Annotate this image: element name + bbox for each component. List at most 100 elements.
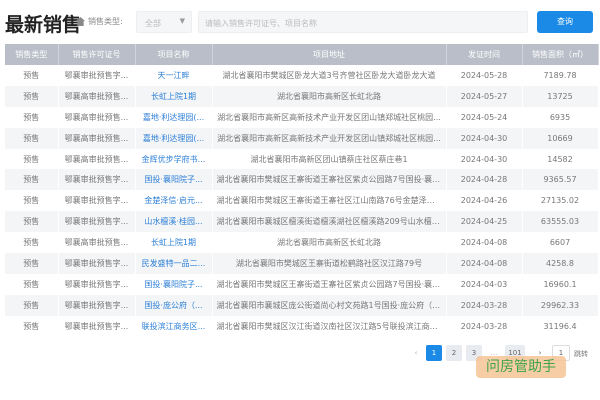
area-cell: 7189.78 (522, 65, 599, 86)
project-name-link[interactable]: 长虹上院1期 (135, 232, 213, 254)
page-1-button[interactable]: 1 (426, 345, 442, 361)
project-name-link[interactable]: 联投滨江商务区... (135, 315, 213, 337)
chevron-down-icon: ▼ (179, 17, 185, 25)
area-cell: 13725 (522, 85, 599, 107)
permit-number-cell: 鄂襄审批预售字... (58, 211, 136, 233)
address-cell: 湖北省襄阳市樊城区卧龙大道3号齐营社区卧龙大道卧龙大道 (212, 65, 447, 86)
permit-number-cell: 鄂襄审批预售字... (58, 273, 136, 295)
area-cell: 4258.8 (522, 253, 599, 274)
address-cell: 湖北省襄阳市襄城区庞公街道尚心村文苑路1号国投·庞公府（南... (212, 294, 447, 316)
project-name-link[interactable]: 国投·庞公府（... (135, 294, 213, 316)
search-input[interactable]: 请输入销售许可证号、项目名称 (198, 11, 528, 33)
project-name-link[interactable]: 金楚泽信·启元... (135, 190, 213, 212)
permit-number-cell: 鄂襄高审批预售... (58, 85, 136, 107)
sale-type-cell: 预售 (5, 294, 59, 316)
address-cell: 湖北省襄阳市樊城区王寨街道松鹤路社区汉江路79号 (212, 253, 447, 274)
home-icon (76, 17, 85, 26)
area-cell: 31196.4 (522, 315, 599, 337)
issue-date-cell: 2024-03-28 (446, 315, 523, 337)
issue-date-cell: 2024-03-28 (446, 294, 523, 316)
project-name-link[interactable]: 嘉地·利达理园(... (135, 106, 213, 128)
project-name-link[interactable]: 嘉地·利达理园(... (135, 127, 213, 149)
address-cell: 湖北省襄阳市樊城区王寨街道王寨社区紫贞公园路7号国投·襄阳... (212, 273, 447, 295)
issue-date-cell: 2024-04-08 (446, 232, 523, 254)
permit-number-cell: 鄂襄高审批预售... (58, 148, 136, 170)
table-row: 预售 鄂襄高审批预售... 长虹上院1期 湖北省襄阳市高新区长虹北路 2024-05-2… (5, 85, 599, 107)
address-cell: 湖北省襄阳市高新区长虹北路 (212, 232, 447, 254)
search-button[interactable]: 查询 (537, 11, 593, 33)
permit-number-cell: 鄂襄高审批预售... (58, 106, 136, 128)
issue-date-cell: 2024-04-28 (446, 169, 523, 191)
page-title: 最新销售 (5, 14, 82, 36)
sale-type-cell: 预售 (5, 273, 59, 295)
project-name-link[interactable]: 民发盛特一品二... (135, 253, 213, 274)
table-row: 预售 鄂襄审批预售字... 联投滨江商务区... 湖北省襄阳市樊城区汉江街道汉南社区汉… (5, 315, 599, 337)
column-header: 项目名称 (135, 44, 213, 65)
permit-number-cell: 鄂襄审批预售字... (58, 65, 136, 86)
issue-date-cell: 2024-04-25 (446, 211, 523, 233)
project-name-link[interactable]: 长虹上院1期 (135, 85, 213, 107)
column-header: 销售面积（㎡） (522, 44, 599, 65)
sale-type-cell: 预售 (5, 232, 59, 254)
project-name-link[interactable]: 天一江畔 (135, 65, 213, 86)
area-cell: 14582 (522, 148, 599, 170)
project-name-link[interactable]: 国投·襄阳院子... (135, 273, 213, 295)
issue-date-cell: 2024-04-30 (446, 127, 523, 149)
project-name-link[interactable]: 金辉优步学府书... (135, 148, 213, 170)
table-row: 预售 鄂襄审批预售字... 山水檀溪·桂园... 湖北省襄阳市襄城区檀溪街道檀溪湖社区… (5, 211, 599, 233)
page-2-button[interactable]: 2 (446, 345, 462, 361)
permit-number-cell: 鄂襄审批预售字... (58, 315, 136, 337)
table-row: 预售 鄂襄审批预售字... 国投·庞公府（... 湖北省襄阳市襄城区庞公街道尚心村文苑… (5, 294, 599, 316)
issue-date-cell: 2024-05-24 (446, 106, 523, 128)
sale-type-cell: 预售 (5, 315, 59, 337)
column-header: 项目地址 (212, 44, 447, 65)
issue-date-cell: 2024-04-08 (446, 253, 523, 274)
filter-label-text: 销售类型: (88, 17, 123, 26)
table-row: 预售 鄂襄审批预售字... 金楚泽信·启元... 湖北省襄阳市樊城区王寨街道王寨社区江… (5, 190, 599, 212)
area-cell: 10669 (522, 127, 599, 149)
sales-table: 销售类型 销售许可证号 项目名称 项目地址 发证时间 销售面积（㎡） 预售 鄂襄审批预售字.… (5, 44, 599, 337)
area-cell: 29962.33 (522, 294, 599, 316)
project-name-link[interactable]: 国投·襄阳院子... (135, 169, 213, 191)
area-cell: 27135.02 (522, 190, 599, 212)
address-cell: 湖北省襄阳市襄城区檀溪街道檀溪湖社区檀溪路209号山水檀溪... (212, 211, 447, 233)
permit-number-cell: 鄂襄审批预售字... (58, 294, 136, 316)
area-cell: 9365.57 (522, 169, 599, 191)
column-header: 销售类型 (5, 44, 59, 65)
prev-page-button[interactable]: ‹ (408, 345, 424, 361)
select-value: 全部 (145, 19, 161, 28)
sale-type-filter-label: 销售类型: (76, 16, 123, 27)
sale-type-cell: 预售 (5, 127, 59, 149)
table-row: 预售 鄂襄高审批预售... 长虹上院1期 湖北省襄阳市高新区长虹北路 2024-04-0… (5, 232, 599, 254)
address-cell: 湖北省襄阳市樊城区王寨街道王寨社区紫贞公园路7号国投·襄阳... (212, 169, 447, 191)
sale-type-cell: 预售 (5, 65, 59, 86)
sale-type-cell: 预售 (5, 253, 59, 274)
address-cell: 湖北省襄阳市高新区高新技术产业开发区团山镇郑城社区桃园... (212, 106, 447, 128)
table-row: 预售 鄂襄高审批预售... 嘉地·利达理园(... 湖北省襄阳市高新区高新技术产业开发… (5, 127, 599, 149)
watermark: 问房管助手 (476, 356, 566, 378)
permit-number-cell: 鄂襄审批预售字... (58, 169, 136, 191)
jump-button[interactable]: 跳转 (574, 349, 588, 359)
issue-date-cell: 2024-04-03 (446, 273, 523, 295)
permit-number-cell: 鄂襄高审批预售... (58, 232, 136, 254)
table-row: 预售 鄂襄高审批预售... 金辉优步学府书... 湖北省襄阳市高新区团山镇蔡庄社区蔡庄… (5, 148, 599, 170)
table-row: 预售 鄂襄审批预售字... 天一江畔 湖北省襄阳市樊城区卧龙大道3号齐营社区卧龙大道卧… (5, 65, 599, 86)
sale-type-cell: 预售 (5, 148, 59, 170)
permit-number-cell: 鄂襄审批预售字... (58, 253, 136, 274)
area-cell: 63555.03 (522, 211, 599, 233)
sale-type-cell: 预售 (5, 106, 59, 128)
sale-type-cell: 预售 (5, 169, 59, 191)
table-row: 预售 鄂襄审批预售字... 民发盛特一品二... 湖北省襄阳市樊城区王寨街道松鹤路社区… (5, 253, 599, 274)
sale-type-cell: 预售 (5, 190, 59, 212)
address-cell: 湖北省襄阳市樊城区汉江街道汉南社区汉江路5号联投滨江商务区 (212, 315, 447, 337)
address-cell: 湖北省襄阳市高新区高新技术产业开发区团山镇郑城社区桃园... (212, 127, 447, 149)
address-cell: 湖北省襄阳市高新区团山镇蔡庄社区蔡庄巷1 (212, 148, 447, 170)
project-name-link[interactable]: 山水檀溪·桂园... (135, 211, 213, 233)
table-row: 预售 鄂襄高审批预售... 嘉地·利达理园(... 湖北省襄阳市高新区高新技术产业开发… (5, 106, 599, 128)
sale-type-select[interactable]: 全部 ▼ (136, 11, 192, 33)
issue-date-cell: 2024-05-28 (446, 65, 523, 86)
table-row: 预售 鄂襄审批预售字... 国投·襄阳院子... 湖北省襄阳市樊城区王寨街道王寨社区紫… (5, 169, 599, 191)
sale-type-cell: 预售 (5, 211, 59, 233)
column-header: 发证时间 (446, 44, 523, 65)
area-cell: 16960.1 (522, 273, 599, 295)
